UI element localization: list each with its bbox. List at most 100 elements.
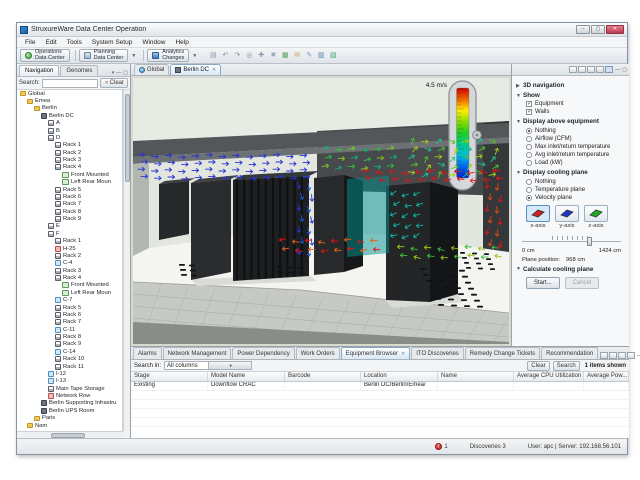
tree-item-left-rear-moun[interactable]: Left Rear Moun (17, 179, 122, 186)
bottom-tab-ito-discoveries[interactable]: ITO Discoveries (411, 347, 464, 359)
tree-item-rack-7[interactable]: Rack 7 (17, 319, 122, 326)
bottom-tab-power-dependency[interactable]: Power Dependency (232, 347, 294, 359)
menu-help[interactable]: Help (170, 39, 193, 46)
save-icon[interactable]: ▤ (208, 51, 218, 61)
tree-item-rack-9[interactable]: Rack 9 (17, 341, 122, 348)
close-tab-icon[interactable]: ✕ (212, 67, 216, 73)
close-tab-icon[interactable]: ✕ (401, 351, 405, 357)
menu-window[interactable]: Window (137, 39, 170, 46)
radio-icon[interactable] (526, 179, 532, 185)
redo-icon[interactable]: ↷ (232, 51, 242, 61)
tree-item-left-rear-moun[interactable]: Left Rear Moun (17, 289, 122, 296)
tree-item-rack-3[interactable]: Rack 3 (17, 267, 122, 274)
tree-item-nam[interactable]: Nam (17, 422, 122, 429)
chevron-down-icon[interactable]: ▼ (131, 53, 136, 59)
chevron-down-icon[interactable]: ▼ (192, 53, 197, 59)
tree-item-rack-9[interactable]: Rack 9 (17, 215, 122, 222)
column-header-model-name[interactable]: Model Name (208, 372, 285, 381)
tree-item-i-12[interactable]: I-12 (17, 370, 122, 377)
filter-view-icon[interactable] (609, 352, 617, 359)
tree-item-network-row[interactable]: Network Row (17, 392, 122, 399)
tab-navigation[interactable]: Navigation (19, 65, 59, 76)
axis-button-y-axis[interactable] (555, 205, 579, 222)
axis-button-z-axis[interactable] (584, 205, 608, 222)
checkbox-equipment[interactable]: Equipment (526, 101, 625, 107)
tools-icon[interactable]: ✎ (304, 51, 314, 61)
perspective-operations[interactable]: Operations Data Center (20, 49, 70, 62)
minimize-panel-icon[interactable]: — (116, 70, 121, 76)
clear-filter-button[interactable]: Clear (527, 361, 549, 371)
3d-view-canvas[interactable] (133, 78, 509, 344)
slider-thumb[interactable] (587, 237, 592, 246)
column-header-location[interactable]: Location (361, 372, 438, 381)
tree-item-rack-2[interactable]: Rack 2 (17, 149, 122, 156)
section-show[interactable]: ▼ Show (516, 92, 625, 99)
radio-icon[interactable] (526, 144, 532, 150)
section-display-above[interactable]: ▼ Display above equipment (516, 118, 625, 125)
plane-position-slider[interactable] (522, 234, 621, 246)
tree-item-rack-2[interactable]: Rack 2 (17, 252, 122, 259)
section-cooling-plane[interactable]: ▼ Display cooling plane (516, 169, 625, 176)
tree-item-berlin[interactable]: Berlin (17, 105, 122, 112)
tree-item-c-7[interactable]: C-7 (17, 297, 122, 304)
menu-file[interactable]: File (20, 39, 40, 46)
radio-icon[interactable] (526, 160, 532, 166)
close-button[interactable]: ✕ (606, 25, 624, 34)
search-button[interactable]: Search (553, 361, 580, 371)
perspective-analytics[interactable]: Analytics Changes (147, 49, 189, 62)
export-icon[interactable]: ▥ (316, 51, 326, 61)
email-icon[interactable]: ✉ (292, 51, 302, 61)
editor-tab-global[interactable]: Global (134, 64, 169, 75)
refresh-view-icon[interactable] (627, 352, 635, 359)
list-view-icon[interactable] (578, 66, 586, 73)
table-view-icon[interactable] (600, 352, 608, 359)
section-3d-navigation[interactable]: ▶ 3D navigation (516, 82, 625, 89)
maximize-panel-icon[interactable]: ▢ (622, 67, 627, 73)
table-row[interactable]: ExistingDownflow CRACBerlin DC/Berlin/Em… (131, 382, 629, 391)
perspective-planning[interactable]: Planning Data Center (79, 49, 129, 62)
start-button[interactable]: Start... (526, 277, 560, 289)
outline-view-icon[interactable] (569, 66, 577, 73)
tree-item-rack-1[interactable]: Rack 1 (17, 142, 122, 149)
tab-genomes[interactable]: Genomes (60, 65, 98, 76)
checkbox-walls[interactable]: Walls (526, 109, 625, 115)
tree-horizontal-scrollbar[interactable] (17, 431, 123, 438)
radio-display-load-kw[interactable]: Load (kW) (526, 160, 625, 166)
radio-display-airflow-cfm[interactable]: Airflow (CFM) (526, 136, 625, 142)
tree-item-main-tape-storage[interactable]: Main Tape Storage (17, 385, 122, 392)
column-header-barcode[interactable]: Barcode (285, 372, 361, 381)
column-header-average-cpu-utilization[interactable]: Average CPU Utilization ... (514, 372, 584, 381)
tree-item-e[interactable]: E (17, 223, 122, 230)
tree-item-rack-7[interactable]: Rack 7 (17, 201, 122, 208)
bottom-tab-work-orders[interactable]: Work Orders (296, 347, 340, 359)
tree-item-d[interactable]: D (17, 134, 122, 141)
tree-item-a[interactable]: A (17, 120, 122, 127)
tree-item-rack-4[interactable]: Rack 4 (17, 164, 122, 171)
radio-plane-velocity-plane[interactable]: Velocity plane (526, 195, 625, 201)
checkbox-icon[interactable] (526, 109, 532, 115)
maximize-panel-icon[interactable]: ▢ (123, 70, 128, 76)
radio-icon[interactable] (526, 195, 532, 201)
tree-item-b[interactable]: B (17, 127, 122, 134)
tree-vertical-scrollbar[interactable] (123, 90, 130, 431)
radio-icon[interactable] (526, 128, 532, 134)
editor-tab-berlin-dc[interactable]: Berlin DC✕ (170, 64, 221, 75)
axis-button-x-axis[interactable] (526, 205, 550, 222)
tree-item-c-14[interactable]: C-14 (17, 348, 122, 355)
tree-item-rack-8[interactable]: Rack 8 (17, 208, 122, 215)
tree-item-c-4[interactable]: C-4 (17, 260, 122, 267)
tree-item-f[interactable]: F (17, 230, 122, 237)
menu-tools[interactable]: Tools (62, 39, 87, 46)
menu-edit[interactable]: Edit (40, 39, 61, 46)
tree-item-i-13[interactable]: I-13 (17, 378, 122, 385)
bottom-tab-network-management[interactable]: Network Management (163, 347, 232, 359)
radio-plane-nothing[interactable]: Nothing (526, 179, 625, 185)
radio-display-avg-inlet-return-temperature[interactable]: Avg inlet/return temperature (526, 152, 625, 158)
tree-item-emea[interactable]: Emea (17, 97, 122, 104)
tree-item-global[interactable]: Global (17, 90, 122, 97)
tree-item-rack-6[interactable]: Rack 6 (17, 311, 122, 318)
undo-icon[interactable]: ↶ (220, 51, 230, 61)
chevron-down-icon[interactable]: ▾ (112, 70, 115, 76)
tree-item-h-25[interactable]: H-25 (17, 245, 122, 252)
tree-item-rack-5[interactable]: Rack 5 (17, 186, 122, 193)
